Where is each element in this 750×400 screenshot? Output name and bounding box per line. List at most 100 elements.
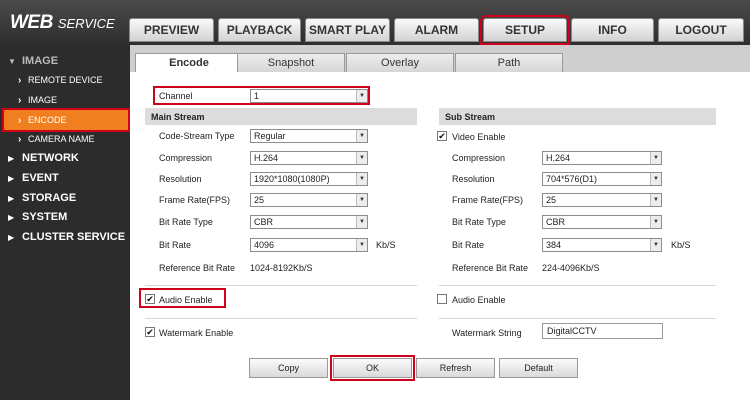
dropdown-arrow-icon: ▼ [650, 239, 661, 251]
tab-snapshot[interactable]: Snapshot [237, 53, 345, 72]
watermark-enable-label: Watermark Enable [159, 328, 234, 338]
nav-smart-play[interactable]: SMART PLAY [305, 18, 390, 42]
main-bit-rate-type-label: Bit Rate Type [159, 217, 213, 227]
refresh-button[interactable]: Refresh [416, 358, 495, 378]
nav-logout[interactable]: LOGOUT [658, 18, 744, 42]
dropdown-arrow-icon: ▼ [356, 194, 367, 206]
main-audio-enable-checkbox[interactable]: ✔ [145, 294, 155, 304]
chevron-right-icon: › [18, 133, 22, 145]
nav-playback[interactable]: PLAYBACK [218, 18, 301, 42]
sidebar-item-label: IMAGE [28, 95, 58, 105]
main-ref-bit-rate-value: 1024-8192Kb/S [250, 263, 313, 273]
main-bit-rate-label: Bit Rate [159, 240, 192, 250]
chevron-right-icon: › [18, 74, 22, 86]
divider [439, 285, 716, 286]
nav-setup[interactable]: SETUP [480, 15, 570, 45]
sub-bit-rate-type-select[interactable]: CBR ▼ [542, 215, 662, 229]
main-resolution-label: Resolution [159, 174, 202, 184]
main-compression-select[interactable]: H.264 ▼ [250, 151, 368, 165]
sidebar-section-label: STORAGE [22, 192, 77, 204]
sidebar-section-image[interactable]: ▼ IMAGE [0, 53, 130, 69]
channel-label: Channel [159, 91, 193, 101]
divider [439, 318, 716, 319]
sidebar-item-camera-name[interactable]: › CAMERA NAME [0, 131, 130, 147]
sub-resolution-label: Resolution [452, 174, 495, 184]
dropdown-arrow-icon: ▼ [650, 152, 661, 164]
main-bit-rate-type-value: CBR [254, 217, 274, 227]
sub-ref-bit-rate-label: Reference Bit Rate [452, 263, 529, 273]
triangle-right-icon: ▶ [8, 193, 15, 203]
sidebar-section-storage[interactable]: ▶ STORAGE [0, 190, 130, 206]
chevron-right-icon: › [18, 114, 22, 126]
code-stream-type-label: Code-Stream Type [159, 131, 235, 141]
sub-bit-rate-type-label: Bit Rate Type [452, 217, 506, 227]
video-enable-checkbox[interactable]: ✔ [437, 131, 447, 141]
dropdown-arrow-icon: ▼ [356, 239, 367, 251]
channel-value: 1 [254, 91, 260, 101]
tab-encode[interactable]: Encode [135, 53, 243, 72]
sub-audio-enable-checkbox[interactable] [437, 294, 447, 304]
sidebar-section-label: NETWORK [22, 152, 79, 164]
sidebar-section-event[interactable]: ▶ EVENT [0, 170, 130, 186]
main-bit-rate-unit: Kb/S [376, 240, 396, 250]
main-ref-bit-rate-label: Reference Bit Rate [159, 263, 236, 273]
triangle-right-icon: ▶ [8, 173, 15, 183]
sub-resolution-value: 704*576(D1) [546, 174, 598, 184]
watermark-string-input[interactable]: DigitalCCTV [542, 323, 663, 339]
main-bit-rate-select[interactable]: 4096 ▼ [250, 238, 368, 252]
logo: WEB SERVICE [10, 12, 115, 34]
sub-resolution-select[interactable]: 704*576(D1) ▼ [542, 172, 662, 186]
dropdown-arrow-icon: ▼ [650, 173, 661, 185]
sidebar-section-system[interactable]: ▶ SYSTEM [0, 209, 130, 225]
code-stream-type-value: Regular [254, 131, 286, 141]
sub-bit-rate-value: 384 [546, 240, 562, 250]
sidebar-item-remote-device[interactable]: › REMOTE DEVICE [0, 72, 130, 88]
sidebar-item-encode[interactable]: › ENCODE [2, 108, 130, 132]
main-bit-rate-type-select[interactable]: CBR ▼ [250, 215, 368, 229]
sub-compression-label: Compression [452, 153, 506, 163]
dropdown-arrow-icon: ▼ [356, 130, 367, 142]
sidebar-section-label: IMAGE [22, 55, 59, 67]
main-frame-rate-label: Frame Rate(FPS) [159, 195, 231, 205]
sub-frame-rate-label: Frame Rate(FPS) [452, 195, 524, 205]
main-stream-header: Main Stream [145, 108, 417, 125]
sub-stream-header: Sub Stream [439, 108, 716, 125]
sub-compression-select[interactable]: H.264 ▼ [542, 151, 662, 165]
tab-overlay[interactable]: Overlay [346, 53, 454, 72]
dropdown-arrow-icon: ▼ [356, 216, 367, 228]
triangle-right-icon: ▶ [8, 153, 15, 163]
main-panel: Encode Snapshot Overlay Path Channel 1 ▼… [130, 45, 750, 400]
sidebar-section-label: SYSTEM [22, 211, 68, 223]
sidebar-item-image[interactable]: › IMAGE [0, 92, 130, 108]
sidebar-section-label: EVENT [22, 172, 59, 184]
copy-button[interactable]: Copy [249, 358, 328, 378]
ok-button[interactable]: OK [330, 355, 415, 381]
nav-preview[interactable]: PREVIEW [129, 18, 214, 42]
dropdown-arrow-icon: ▼ [356, 90, 367, 102]
watermark-enable-checkbox[interactable]: ✔ [145, 327, 155, 337]
dropdown-arrow-icon: ▼ [650, 216, 661, 228]
sidebar-item-label: REMOTE DEVICE [28, 75, 103, 85]
triangle-right-icon: ▶ [8, 232, 15, 242]
sub-audio-enable-label: Audio Enable [452, 295, 506, 305]
dropdown-arrow-icon: ▼ [650, 194, 661, 206]
logo-web: WEB [10, 12, 53, 33]
main-frame-rate-select[interactable]: 25 ▼ [250, 193, 368, 207]
default-button[interactable]: Default [499, 358, 578, 378]
main-resolution-select[interactable]: 1920*1080(1080P) ▼ [250, 172, 368, 186]
sub-compression-value: H.264 [546, 153, 571, 163]
sidebar-section-cluster-service[interactable]: ▶ CLUSTER SERVICE [0, 229, 130, 245]
sub-bit-rate-unit: Kb/S [671, 240, 691, 250]
nav-info[interactable]: INFO [571, 18, 654, 42]
sub-frame-rate-select[interactable]: 25 ▼ [542, 193, 662, 207]
sub-bit-rate-select[interactable]: 384 ▼ [542, 238, 662, 252]
channel-select[interactable]: 1 ▼ [250, 89, 368, 103]
code-stream-type-select[interactable]: Regular ▼ [250, 129, 368, 143]
nav-alarm[interactable]: ALARM [394, 18, 479, 42]
main-compression-value: H.264 [254, 153, 279, 163]
sidebar-section-label: CLUSTER SERVICE [22, 231, 126, 243]
triangle-right-icon: ▶ [8, 212, 15, 222]
sidebar-section-network[interactable]: ▶ NETWORK [0, 150, 130, 166]
chevron-right-icon: › [18, 94, 22, 106]
tab-path[interactable]: Path [455, 53, 563, 72]
